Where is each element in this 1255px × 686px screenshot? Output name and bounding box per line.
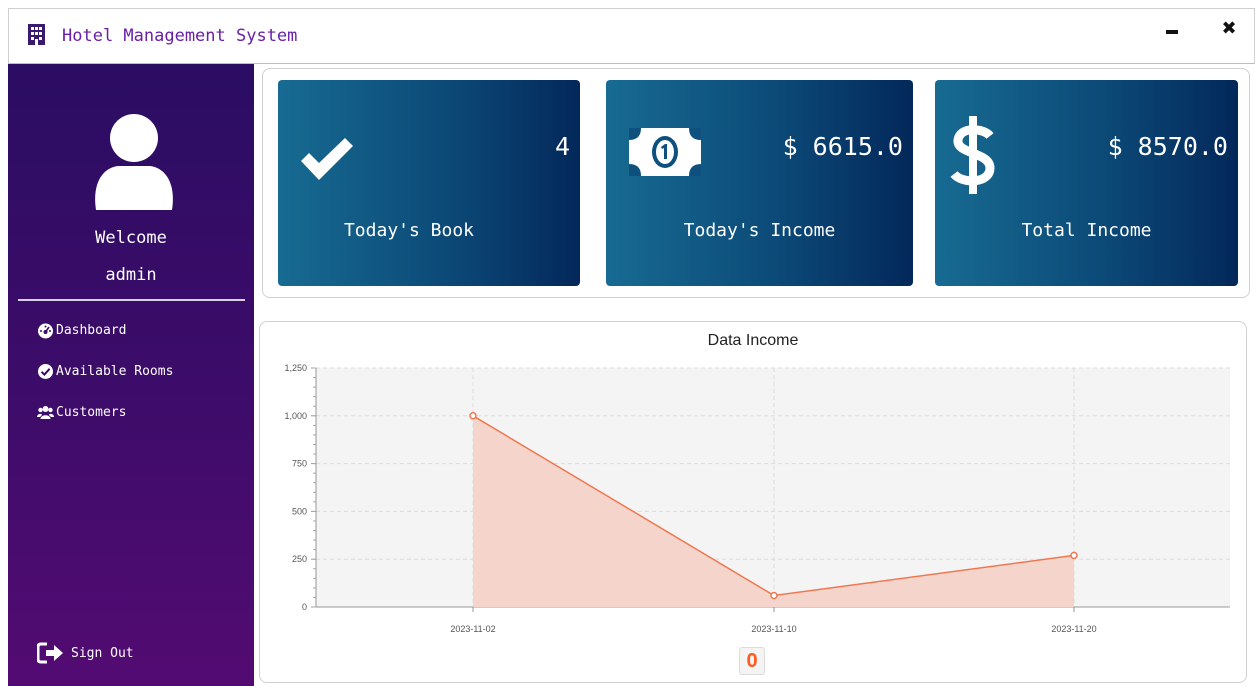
today-income-value: $ 6615.0	[782, 132, 903, 161]
data-point	[1070, 551, 1078, 560]
x-tick-label: 2023-11-10	[751, 624, 796, 634]
user-avatar-icon	[95, 114, 173, 210]
today-book-card: 4 Today's Book	[278, 80, 580, 286]
data-point	[469, 412, 477, 420]
check-icon	[301, 138, 353, 180]
sidebar: Welcome admin Dashboard Available Rooms …	[8, 64, 254, 686]
close-icon[interactable]: ✖	[1217, 17, 1241, 41]
sidebar-item-dashboard[interactable]: Dashboard	[37, 319, 126, 341]
total-income-label: Total Income	[1021, 220, 1152, 241]
plot-area	[316, 368, 1230, 607]
today-income-card: $ 6615.0 Today's Income	[606, 80, 913, 286]
zero-badge: 0	[739, 647, 765, 675]
y-tick-label: 1,000	[284, 411, 307, 421]
today-book-label: Today's Book	[343, 220, 475, 241]
sidebar-divider	[18, 299, 245, 301]
y-tick-label: 0	[302, 602, 307, 612]
total-income-card: $ 8570.0 Total Income	[935, 80, 1238, 286]
username-text: admin	[105, 265, 157, 285]
x-tick-label: 2023-11-02	[450, 624, 495, 634]
dollar-icon	[950, 116, 995, 194]
today-income-label: Today's Income	[683, 220, 836, 241]
welcome-text: Welcome	[95, 228, 167, 248]
data-point	[770, 591, 778, 600]
dashboard-gauge-icon	[38, 323, 53, 338]
y-tick-label: 250	[292, 554, 307, 564]
money-bill-icon	[629, 128, 701, 176]
income-area-chart: 0 250 500 750 1,000 1,250 2023-11-02 2023-11-10…	[284, 363, 1230, 634]
sidebar-item-label: Available Rooms	[56, 363, 174, 379]
y-tick-label: 750	[292, 459, 307, 469]
check-circle-icon	[38, 363, 53, 379]
minimize-icon[interactable]	[1162, 17, 1186, 41]
sidebar-item-label: Customers	[56, 404, 127, 420]
total-income-value: $ 8570.0	[1107, 132, 1228, 161]
sign-out-label: Sign Out	[71, 645, 134, 661]
x-tick-label: 2023-11-20	[1051, 624, 1096, 634]
hotel-building-icon	[28, 24, 45, 45]
sign-out-icon	[37, 642, 63, 664]
today-book-value: 4	[554, 132, 570, 161]
title-bar: Hotel Management System ✖	[8, 8, 1255, 64]
users-icon	[37, 405, 54, 419]
y-tick-label: 500	[292, 506, 307, 516]
y-tick-label: 1,250	[284, 363, 307, 373]
sidebar-item-label: Dashboard	[56, 322, 127, 338]
app-title: Hotel Management System	[62, 26, 298, 46]
sidebar-item-available-rooms[interactable]: Available Rooms	[37, 360, 173, 382]
sidebar-item-customers[interactable]: Customers	[37, 401, 126, 423]
sign-out-button[interactable]: Sign Out	[37, 642, 134, 664]
